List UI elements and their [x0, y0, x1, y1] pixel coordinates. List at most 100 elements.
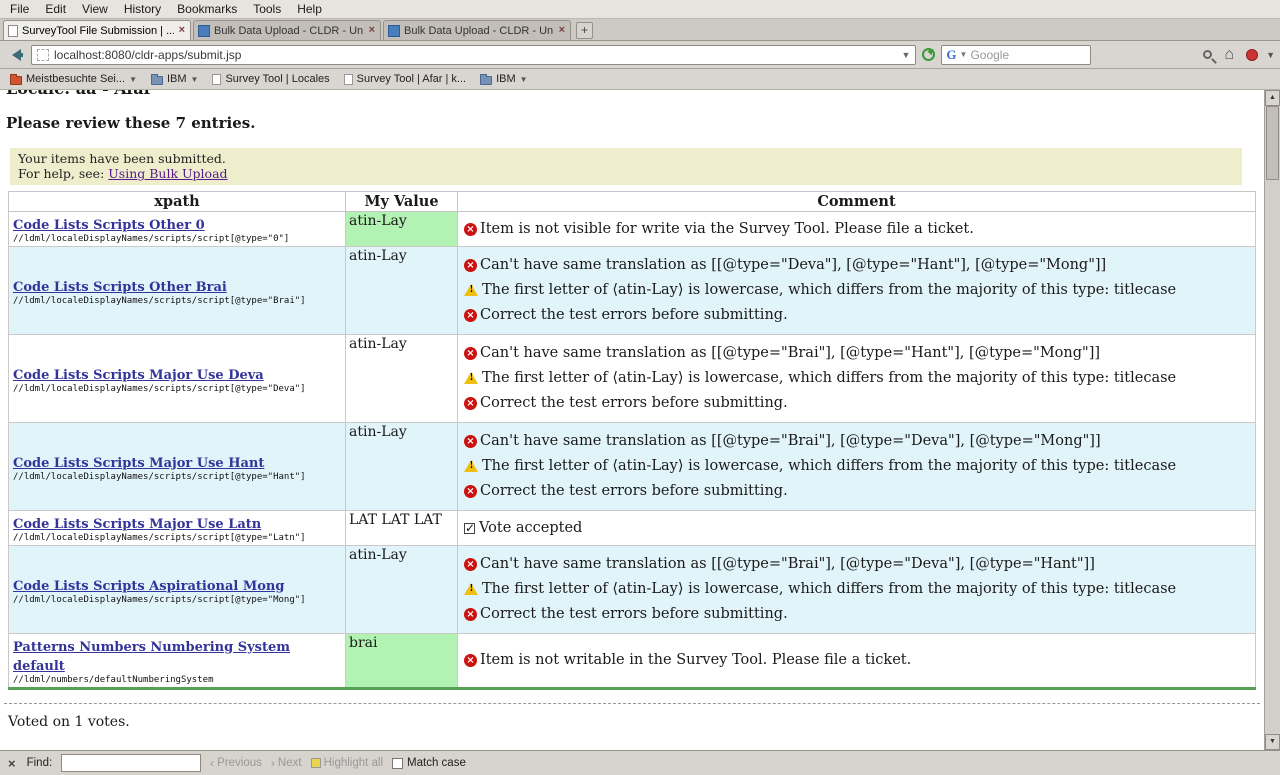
xpath-cell: Code Lists Scripts Other 0 //ldml/locale…	[9, 212, 346, 247]
chevron-down-icon: ▼	[191, 75, 199, 84]
search-box[interactable]: G ▼ Google	[941, 45, 1091, 65]
bulk-upload-help-link[interactable]: Using Bulk Upload	[108, 166, 227, 181]
url-text: localhost:8080/cldr-apps/submit.jsp	[54, 48, 241, 62]
menu-bookmarks[interactable]: Bookmarks	[169, 1, 245, 18]
tab-bar: SurveyTool File Submission | ... × Bulk …	[0, 19, 1280, 41]
xpath-path: //ldml/localeDisplayNames/scripts/script…	[13, 595, 341, 605]
menu-file[interactable]: File	[2, 1, 37, 18]
chevron-right-icon: ›	[271, 757, 275, 769]
scroll-up-icon[interactable]: ▲	[1265, 90, 1280, 106]
scrollbar-thumb[interactable]	[1266, 106, 1279, 180]
url-dropdown-icon[interactable]: ▼	[901, 50, 910, 60]
find-next-button[interactable]: ›Next	[271, 757, 302, 769]
comment-line: Vote accepted	[464, 520, 1251, 537]
comment-text: Correct the test errors before submittin…	[480, 307, 788, 324]
xpath-cell: Code Lists Scripts Major Use Hant //ldml…	[9, 423, 346, 511]
reload-button[interactable]	[922, 48, 935, 61]
addon-icon[interactable]	[1246, 49, 1258, 61]
bookmark-most-visited[interactable]: Meistbesuchte Sei... ▼	[4, 72, 143, 86]
comment-text: Correct the test errors before submittin…	[480, 606, 788, 623]
error-icon	[464, 608, 477, 621]
xpath-link[interactable]: Code Lists Scripts Major Use Latn	[13, 517, 261, 532]
match-case-checkbox[interactable]	[392, 758, 403, 769]
menu-help[interactable]: Help	[289, 1, 330, 18]
votes-footer: Voted on 1 votes.	[8, 714, 1264, 730]
comment-line: The first letter of ⟨atin-Lay⟩ is lowerc…	[464, 370, 1251, 387]
comment-line: Can't have same translation as [[@type="…	[464, 257, 1251, 274]
bookmark-label: Meistbesuchte Sei...	[26, 73, 125, 85]
close-find-icon[interactable]: ×	[6, 756, 18, 771]
comment-cell: Can't have same translation as [[@type="…	[458, 423, 1256, 511]
warning-icon	[464, 460, 478, 472]
table-row: Patterns Numbers Numbering System defaul…	[9, 634, 1256, 689]
xpath-link[interactable]: Code Lists Scripts Major Use Deva	[13, 368, 264, 383]
highlighter-icon	[311, 758, 321, 768]
bookmark-survey-tool-locales[interactable]: Survey Tool | Locales	[206, 72, 335, 86]
menu-edit[interactable]: Edit	[37, 1, 74, 18]
comment-cell: Item is not visible for write via the Su…	[458, 212, 1256, 247]
menu-view[interactable]: View	[74, 1, 116, 18]
find-previous-button[interactable]: ‹Previous	[210, 757, 262, 769]
url-bar[interactable]: localhost:8080/cldr-apps/submit.jsp ▼	[31, 45, 916, 65]
xpath-link[interactable]: Code Lists Scripts Aspirational Mong	[13, 579, 284, 594]
comment-text: Correct the test errors before submittin…	[480, 483, 788, 500]
error-icon	[464, 347, 477, 360]
find-input[interactable]	[61, 754, 201, 772]
toolbar-overflow-icon[interactable]: ▼	[1266, 50, 1275, 60]
tab-close-icon[interactable]: ×	[558, 25, 566, 36]
xpath-path: //ldml/numbers/defaultNumberingSystem	[13, 675, 341, 685]
cldr-favicon	[198, 25, 210, 37]
comment-line: Correct the test errors before submittin…	[464, 483, 1251, 500]
comment-cell: Can't have same translation as [[@type="…	[458, 546, 1256, 634]
table-header-row: xpath My Value Comment	[9, 192, 1256, 212]
submission-notice-box: Your items have been submitted. For help…	[10, 148, 1242, 185]
table-row: Code Lists Scripts Other 0 //ldml/locale…	[9, 212, 1256, 247]
menu-history[interactable]: History	[116, 1, 169, 18]
warning-icon	[464, 372, 478, 384]
comment-text: The first letter of ⟨atin-Lay⟩ is lowerc…	[482, 282, 1176, 299]
clipped-locale-heading: Locale: aa - Afar	[6, 90, 1264, 99]
error-icon	[464, 558, 477, 571]
folder-icon	[151, 76, 163, 85]
xpath-path: //ldml/localeDisplayNames/scripts/script…	[13, 533, 341, 543]
search-go-icon[interactable]	[1203, 50, 1212, 59]
xpath-cell: Code Lists Scripts Other Brai //ldml/loc…	[9, 247, 346, 335]
xpath-path: //ldml/localeDisplayNames/scripts/script…	[13, 296, 341, 306]
highlight-all-button[interactable]: Highlight all	[311, 757, 383, 769]
tab-close-icon[interactable]: ×	[178, 25, 186, 36]
comment-line: Item is not visible for write via the Su…	[464, 221, 1251, 238]
vertical-scrollbar[interactable]: ▲ ▼	[1264, 90, 1280, 750]
tab-bulk-upload-1[interactable]: Bulk Data Upload - CLDR - Un... ×	[193, 20, 381, 40]
my-value-cell: atin-Lay	[346, 423, 458, 511]
comment-line: Can't have same translation as [[@type="…	[464, 433, 1251, 450]
comment-cell: Vote accepted	[458, 511, 1256, 546]
match-case-toggle[interactable]: Match case	[392, 757, 466, 769]
tab-survey-tool-submission[interactable]: SurveyTool File Submission | ... ×	[3, 20, 191, 40]
tab-label: Bulk Data Upload - CLDR - Un...	[404, 25, 554, 37]
scroll-down-icon[interactable]: ▼	[1265, 734, 1280, 750]
xpath-link[interactable]: Code Lists Scripts Major Use Hant	[13, 456, 264, 471]
table-row: Code Lists Scripts Major Use Deva //ldml…	[9, 335, 1256, 423]
xpath-link[interactable]: Code Lists Scripts Other 0	[13, 218, 205, 233]
bookmark-folder-ibm-2[interactable]: IBM ▼	[474, 72, 533, 86]
home-icon[interactable]: ⌂	[1224, 47, 1234, 63]
page-icon	[344, 74, 353, 85]
comment-cell: Can't have same translation as [[@type="…	[458, 247, 1256, 335]
table-row: Code Lists Scripts Aspirational Mong //l…	[9, 546, 1256, 634]
bookmark-folder-ibm-1[interactable]: IBM ▼	[145, 72, 204, 86]
comment-text: Can't have same translation as [[@type="…	[480, 556, 1095, 573]
my-value-cell: atin-Lay	[346, 546, 458, 634]
xpath-link[interactable]: Code Lists Scripts Other Brai	[13, 280, 227, 295]
bookmark-label: Survey Tool | Locales	[225, 73, 329, 85]
comment-text: The first letter of ⟨atin-Lay⟩ is lowerc…	[482, 581, 1176, 598]
back-button[interactable]	[5, 46, 25, 64]
tab-bulk-upload-2[interactable]: Bulk Data Upload - CLDR - Un... ×	[383, 20, 571, 40]
bookmark-survey-tool-afar[interactable]: Survey Tool | Afar | k...	[338, 72, 472, 86]
error-icon	[464, 435, 477, 448]
menu-tools[interactable]: Tools	[245, 1, 289, 18]
table-row: Code Lists Scripts Major Use Latn //ldml…	[9, 511, 1256, 546]
tab-close-icon[interactable]: ×	[368, 25, 376, 36]
search-engine-dropdown-icon[interactable]: ▼	[960, 50, 968, 59]
new-tab-button[interactable]: +	[576, 22, 593, 39]
xpath-link[interactable]: Patterns Numbers Numbering System defaul…	[13, 640, 290, 674]
